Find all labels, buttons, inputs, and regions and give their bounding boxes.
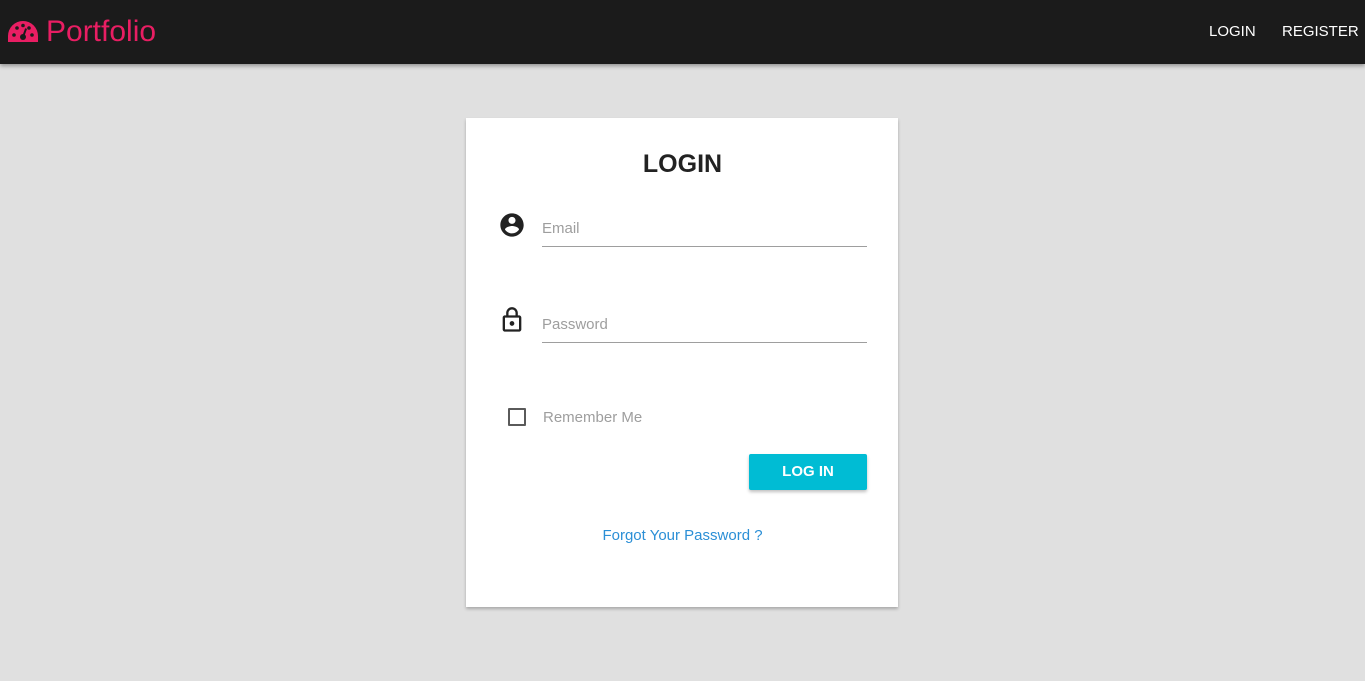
- email-field[interactable]: [542, 211, 867, 247]
- account-circle-icon: [500, 213, 524, 237]
- forgot-password-link[interactable]: Forgot Your Password ?: [0, 526, 1365, 546]
- navbar: Portfolio LOGIN REGISTER: [0, 0, 1365, 64]
- login-submit-button[interactable]: LOG IN: [749, 454, 867, 490]
- lock-icon: [502, 307, 522, 332]
- nav-login-link[interactable]: LOGIN: [1209, 0, 1256, 64]
- remember-me-label[interactable]: Remember Me: [543, 408, 642, 428]
- brand-name: Portfolio: [46, 15, 157, 48]
- nav-register-link[interactable]: REGISTER: [1282, 0, 1359, 64]
- password-field[interactable]: [542, 307, 867, 343]
- login-title: LOGIN: [642, 150, 723, 178]
- dashboard-gauge-icon: [8, 21, 38, 42]
- forgot-password-text[interactable]: Forgot Your Password ?: [602, 527, 762, 544]
- brand-link[interactable]: Portfolio: [6, 14, 156, 50]
- remember-me-checkbox[interactable]: [508, 408, 526, 426]
